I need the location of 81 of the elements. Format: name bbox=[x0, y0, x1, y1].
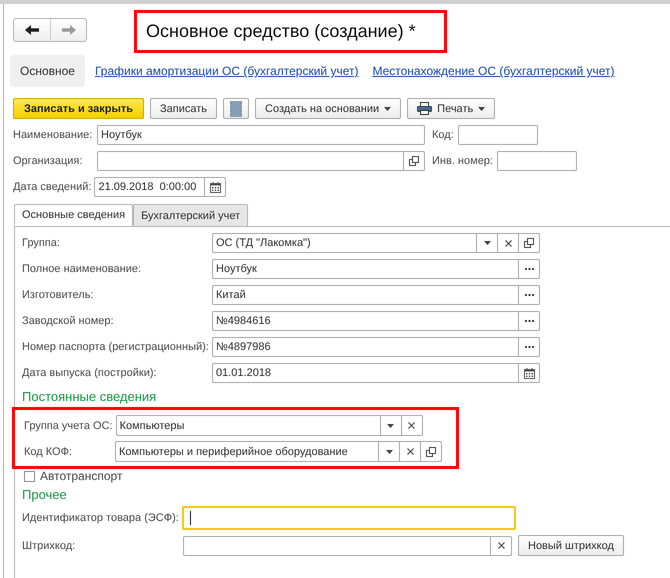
input-field[interactable]: ОС (ТД "Лакомка") bbox=[212, 233, 477, 253]
window-title: Основное средство (создание) * bbox=[146, 21, 416, 41]
dropdown-arrow-icon bbox=[384, 106, 392, 110]
input-field[interactable]: 01.01.2018 bbox=[212, 363, 519, 383]
field-label: Код: bbox=[432, 129, 454, 141]
panel-link[interactable]: Местонахождение ОС (бухгалтерский учет) bbox=[372, 56, 619, 86]
field-label: Номер паспорта (регистрационный): bbox=[22, 341, 209, 353]
input-field[interactable] bbox=[183, 536, 491, 556]
calendar-button[interactable] bbox=[518, 363, 540, 383]
field-label: Организация: bbox=[13, 155, 84, 167]
clear-icon bbox=[408, 422, 416, 429]
dropdown-arrow-icon bbox=[387, 424, 394, 428]
field-label: Полное наименование: bbox=[22, 263, 142, 275]
select-button[interactable] bbox=[518, 311, 540, 331]
select-button[interactable] bbox=[518, 259, 540, 279]
clear-icon bbox=[406, 448, 414, 455]
input-field[interactable]: Компьютеры и периферийное оборудование bbox=[115, 441, 379, 462]
calendar-button[interactable] bbox=[204, 177, 226, 197]
open-icon bbox=[409, 156, 419, 166]
input-field[interactable]: Ноутбук bbox=[97, 125, 425, 145]
dropdown-button[interactable] bbox=[476, 233, 498, 253]
calendar-icon bbox=[524, 368, 534, 378]
list-button[interactable] bbox=[223, 98, 250, 119]
panel-link[interactable]: Графики амортизации ОС (бухгалтерский учет) bbox=[94, 56, 362, 86]
clear-button[interactable] bbox=[399, 441, 421, 462]
field-label: Изготовитель: bbox=[22, 289, 94, 301]
dropdown-button[interactable] bbox=[378, 441, 400, 462]
checkbox-label: Автотранспорт bbox=[40, 469, 122, 483]
open-button[interactable] bbox=[420, 441, 442, 462]
input-field[interactable]: №4984616 bbox=[212, 311, 519, 331]
calendar-icon bbox=[210, 182, 221, 192]
clear-icon bbox=[498, 542, 504, 549]
clear-button[interactable] bbox=[497, 233, 519, 253]
input-field[interactable] bbox=[182, 506, 516, 530]
back-arrow-icon bbox=[24, 24, 40, 36]
field-label: Штрихкод: bbox=[22, 540, 76, 552]
panel-link[interactable]: Основное bbox=[10, 55, 85, 87]
checkbox[interactable] bbox=[24, 470, 35, 482]
field-label: Заводской номер: bbox=[22, 315, 115, 327]
field-label: Идентификатор товара (ЭСФ): bbox=[22, 512, 179, 524]
open-button[interactable] bbox=[518, 233, 540, 253]
open-icon bbox=[524, 238, 534, 248]
input-field[interactable]: Компьютеры bbox=[116, 415, 381, 436]
open-button[interactable] bbox=[403, 151, 425, 171]
tab[interactable]: Бухгалтерский учет bbox=[133, 204, 248, 226]
input-field[interactable]: Китай bbox=[212, 285, 519, 305]
printer-icon bbox=[417, 102, 432, 115]
dropdown-button[interactable] bbox=[380, 415, 402, 436]
list-icon bbox=[230, 100, 242, 116]
create-based-on-button[interactable]: Создать на основании bbox=[255, 98, 402, 119]
forward-arrow-icon bbox=[60, 24, 76, 36]
clear-button[interactable] bbox=[490, 536, 512, 556]
input-field[interactable]: 21.09.2018 0:00:00 bbox=[94, 177, 206, 197]
input-field[interactable]: №4897986 bbox=[212, 337, 519, 357]
select-button[interactable] bbox=[518, 337, 540, 357]
input-field[interactable] bbox=[97, 151, 404, 171]
section-title: Постоянные сведения bbox=[22, 389, 158, 404]
tab[interactable]: Основные сведения bbox=[14, 204, 134, 226]
save-close-button[interactable]: Записать и закрыть bbox=[13, 98, 144, 119]
field-label: Наименование: bbox=[13, 129, 94, 141]
save-button[interactable]: Записать bbox=[150, 98, 218, 119]
field-label: Дата сведений: bbox=[13, 181, 92, 193]
input-field[interactable]: Ноутбук bbox=[212, 259, 519, 279]
field-label: Группа учета ОС: bbox=[24, 420, 113, 432]
field-label: Дата выпуска (постройки): bbox=[22, 367, 158, 379]
input-field[interactable] bbox=[496, 151, 577, 171]
field-label: Группа: bbox=[22, 237, 61, 249]
dropdown-arrow-icon bbox=[478, 106, 486, 110]
open-icon bbox=[426, 446, 436, 456]
text-cursor bbox=[190, 511, 191, 525]
section-title: Прочее bbox=[22, 487, 68, 502]
input-field[interactable] bbox=[458, 125, 538, 145]
dropdown-arrow-icon bbox=[386, 450, 392, 454]
field-label: Код КОФ: bbox=[24, 446, 74, 458]
clear-button[interactable] bbox=[400, 415, 423, 436]
field-label: Инв. номер: bbox=[432, 155, 493, 167]
select-button[interactable] bbox=[518, 285, 540, 305]
clear-icon bbox=[504, 240, 512, 246]
new-barcode-button[interactable]: Новый штрихкод bbox=[518, 535, 624, 556]
print-button[interactable]: Печать bbox=[407, 98, 496, 119]
dropdown-arrow-icon bbox=[484, 241, 490, 245]
